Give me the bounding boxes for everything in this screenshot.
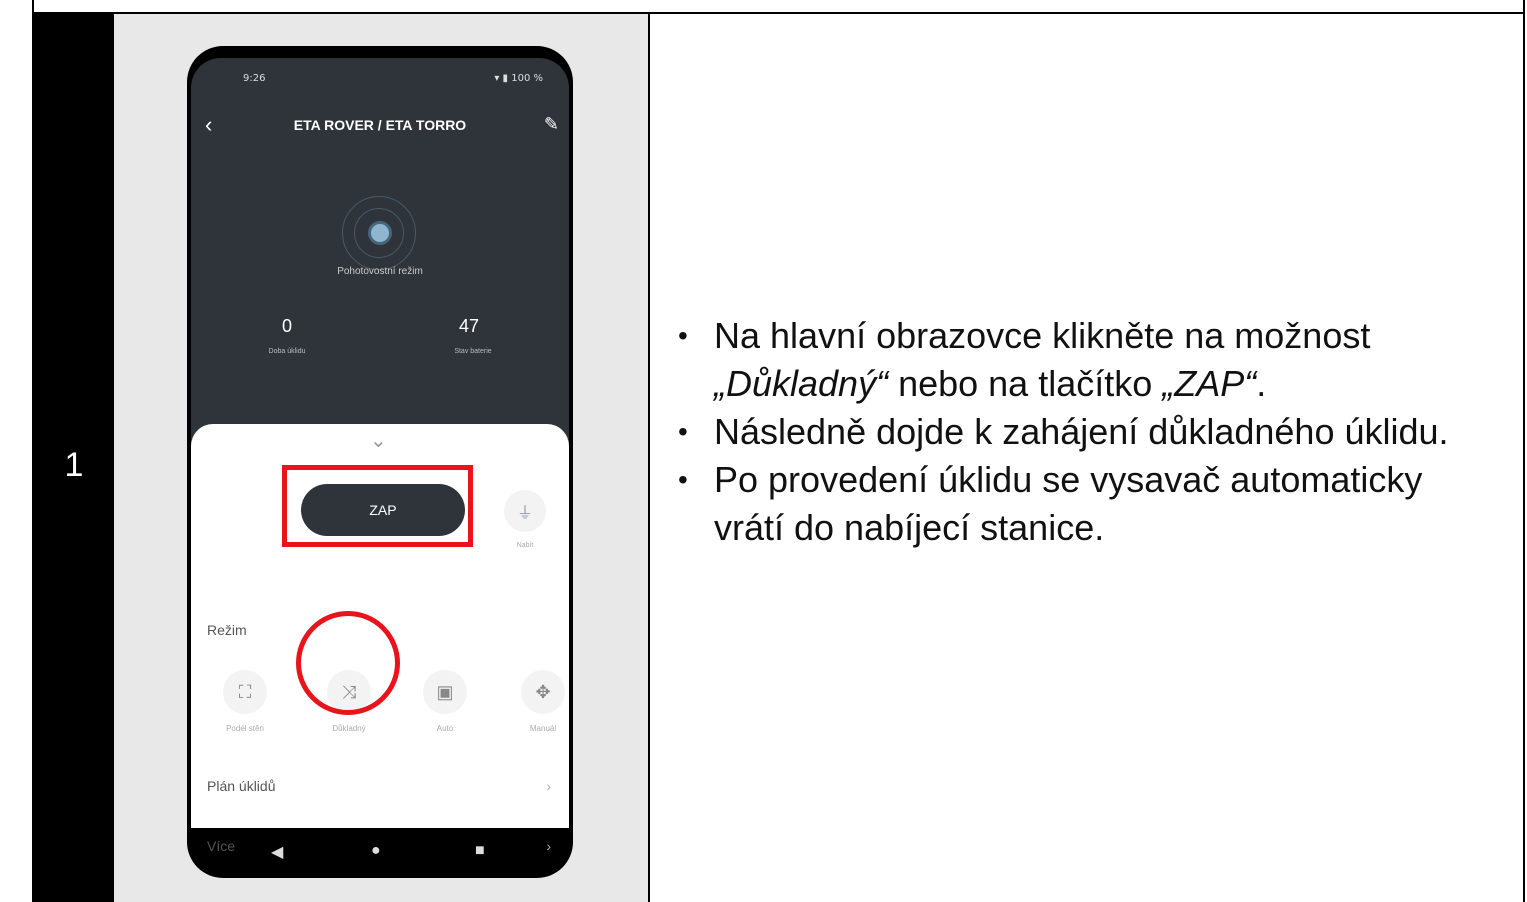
highlight-thorough-circle <box>296 611 400 715</box>
app-title: ETA ROVER / ETA TORRO <box>293 117 467 133</box>
stat-value-battery: 47 <box>459 316 480 336</box>
instruction-item: Na hlavní obrazovce klikněte na možnost … <box>678 312 1498 408</box>
mode-label-auto: Auto <box>436 724 454 733</box>
square-icon[interactable]: ▣ <box>423 670 467 714</box>
schedule-row[interactable]: Plán úklidů <box>207 778 276 794</box>
mode-label-thorough: Důkladný <box>332 724 366 733</box>
mode-label-manual: Manuál <box>529 724 557 733</box>
step-number: 1 <box>64 446 84 484</box>
stat-label-battery: Stav baterie <box>454 348 492 355</box>
standby-label: Pohotovostní režim <box>337 266 423 277</box>
stat-label-time: Doba úklidu <box>268 348 306 355</box>
instruction-item: Po provedení úklidu se vysavač automatic… <box>678 456 1498 552</box>
status-time: 9:26 <box>243 73 266 84</box>
cell-divider <box>648 14 650 902</box>
move-icon[interactable]: ✥ <box>521 670 565 714</box>
nav-recents-icon[interactable]: ■ <box>475 842 485 860</box>
highlight-zap-rect <box>282 465 473 547</box>
charge-label: Nabít <box>516 542 534 549</box>
plug-icon[interactable]: ⏚ <box>504 490 546 532</box>
chevron-right-icon: › <box>546 778 551 794</box>
status-battery: ▾ ▮ 100 % <box>494 73 543 84</box>
instruction-list: Na hlavní obrazovce klikněte na možnost … <box>678 312 1498 552</box>
mode-label-walls: Podél stěn <box>226 724 264 733</box>
stat-value-time: 0 <box>282 316 293 336</box>
edit-pencil-icon[interactable]: ✎ <box>544 114 559 135</box>
robot-status-icon <box>368 221 392 245</box>
mode-heading: Režim <box>207 622 247 638</box>
nav-home-icon[interactable]: ● <box>371 842 381 860</box>
nav-back-icon[interactable]: ◀ <box>271 842 283 862</box>
android-nav-bar: ◀ ● ■ <box>187 828 573 878</box>
phone-mockup: 9:26 ▾ ▮ 100 % ‹ ETA ROVER / ETA TORRO ✎… <box>187 46 573 878</box>
chevron-down-icon[interactable]: ⌄ <box>370 428 387 453</box>
corners-icon[interactable]: ⛶ <box>223 670 267 714</box>
instruction-item: Následně dojde k zahájení důkladného úkl… <box>678 408 1498 456</box>
